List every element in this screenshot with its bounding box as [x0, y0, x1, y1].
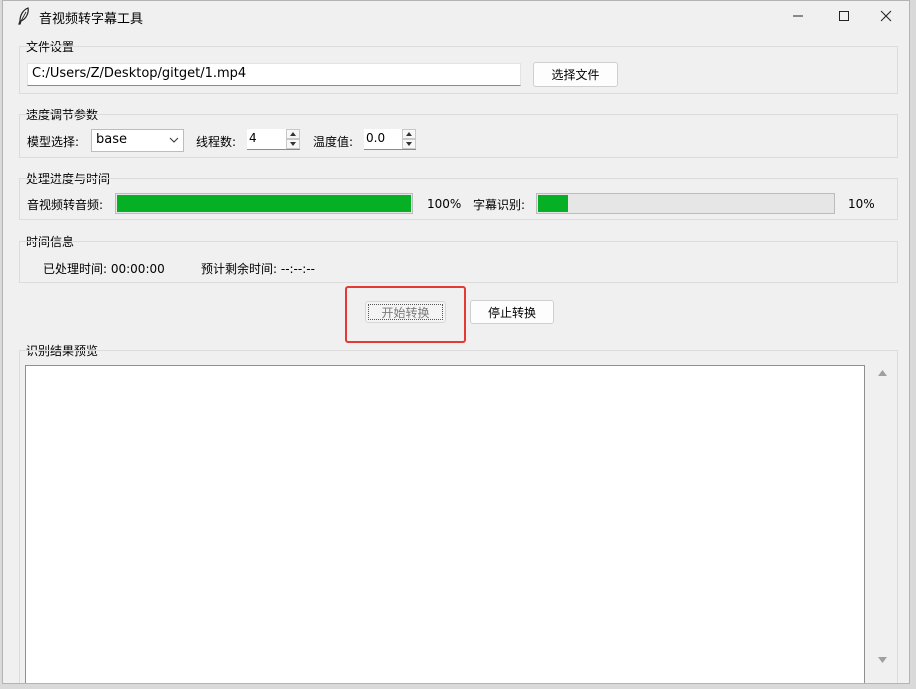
start-convert-button[interactable]: 开始转换 — [365, 301, 446, 323]
threads-down-button[interactable] — [286, 139, 300, 149]
audio-progress-bar — [115, 193, 413, 214]
select-file-button[interactable]: 选择文件 — [533, 62, 618, 87]
subtitle-progress-bar — [536, 193, 835, 214]
audio-progress-label: 音视频转音频: — [27, 198, 104, 212]
temperature-down-button[interactable] — [402, 139, 416, 149]
elapsed-time: 已处理时间: 00:00:00 — [43, 262, 165, 276]
scroll-up-icon[interactable] — [878, 370, 887, 376]
arrow-up-icon — [406, 132, 412, 136]
file-path-input[interactable]: C:/Users/Z/Desktop/gitget/1.mp4 — [27, 63, 521, 86]
preview-scrollbar[interactable] — [873, 365, 891, 670]
temperature-spinbox[interactable]: 0.0 — [364, 129, 416, 150]
maximize-icon — [839, 11, 849, 21]
model-select[interactable]: base — [91, 129, 184, 152]
title-bar: 音视频转字幕工具 — [3, 1, 909, 31]
threads-spinbox[interactable]: 4 — [247, 129, 300, 150]
minimize-button[interactable] — [775, 1, 821, 31]
stop-convert-button[interactable]: 停止转换 — [470, 300, 554, 324]
maximize-button[interactable] — [821, 1, 867, 31]
model-label: 模型选择: — [27, 135, 80, 149]
temperature-up-button[interactable] — [402, 129, 416, 139]
threads-up-button[interactable] — [286, 129, 300, 139]
minimize-icon — [793, 15, 803, 17]
close-button[interactable] — [863, 1, 909, 31]
temperature-value: 0.0 — [366, 131, 386, 145]
temperature-label: 温度值: — [313, 135, 354, 149]
feather-icon — [18, 7, 29, 25]
arrow-down-icon — [406, 142, 412, 146]
scroll-down-icon[interactable] — [878, 657, 887, 663]
audio-progress-fill — [117, 195, 411, 212]
model-select-value: base — [96, 132, 127, 147]
focus-ring — [368, 304, 443, 320]
subtitle-progress-fill — [538, 195, 568, 212]
subtitle-progress-label: 字幕识别: — [473, 198, 526, 212]
threads-value: 4 — [249, 131, 257, 145]
result-preview-text[interactable] — [25, 365, 865, 683]
arrow-down-icon — [290, 142, 296, 146]
app-window: 音视频转字幕工具 文件设置 C:/Users/Z/Desktop/gitget/… — [2, 0, 910, 684]
remaining-time: 预计剩余时间: --:--:-- — [201, 262, 315, 276]
window-title: 音视频转字幕工具 — [39, 12, 144, 27]
audio-progress-percent: 100% — [427, 197, 462, 211]
arrow-up-icon — [290, 132, 296, 136]
chevron-down-icon — [169, 137, 179, 143]
close-icon — [880, 10, 892, 22]
subtitle-progress-percent: 10% — [848, 197, 875, 211]
threads-label: 线程数: — [196, 135, 237, 149]
